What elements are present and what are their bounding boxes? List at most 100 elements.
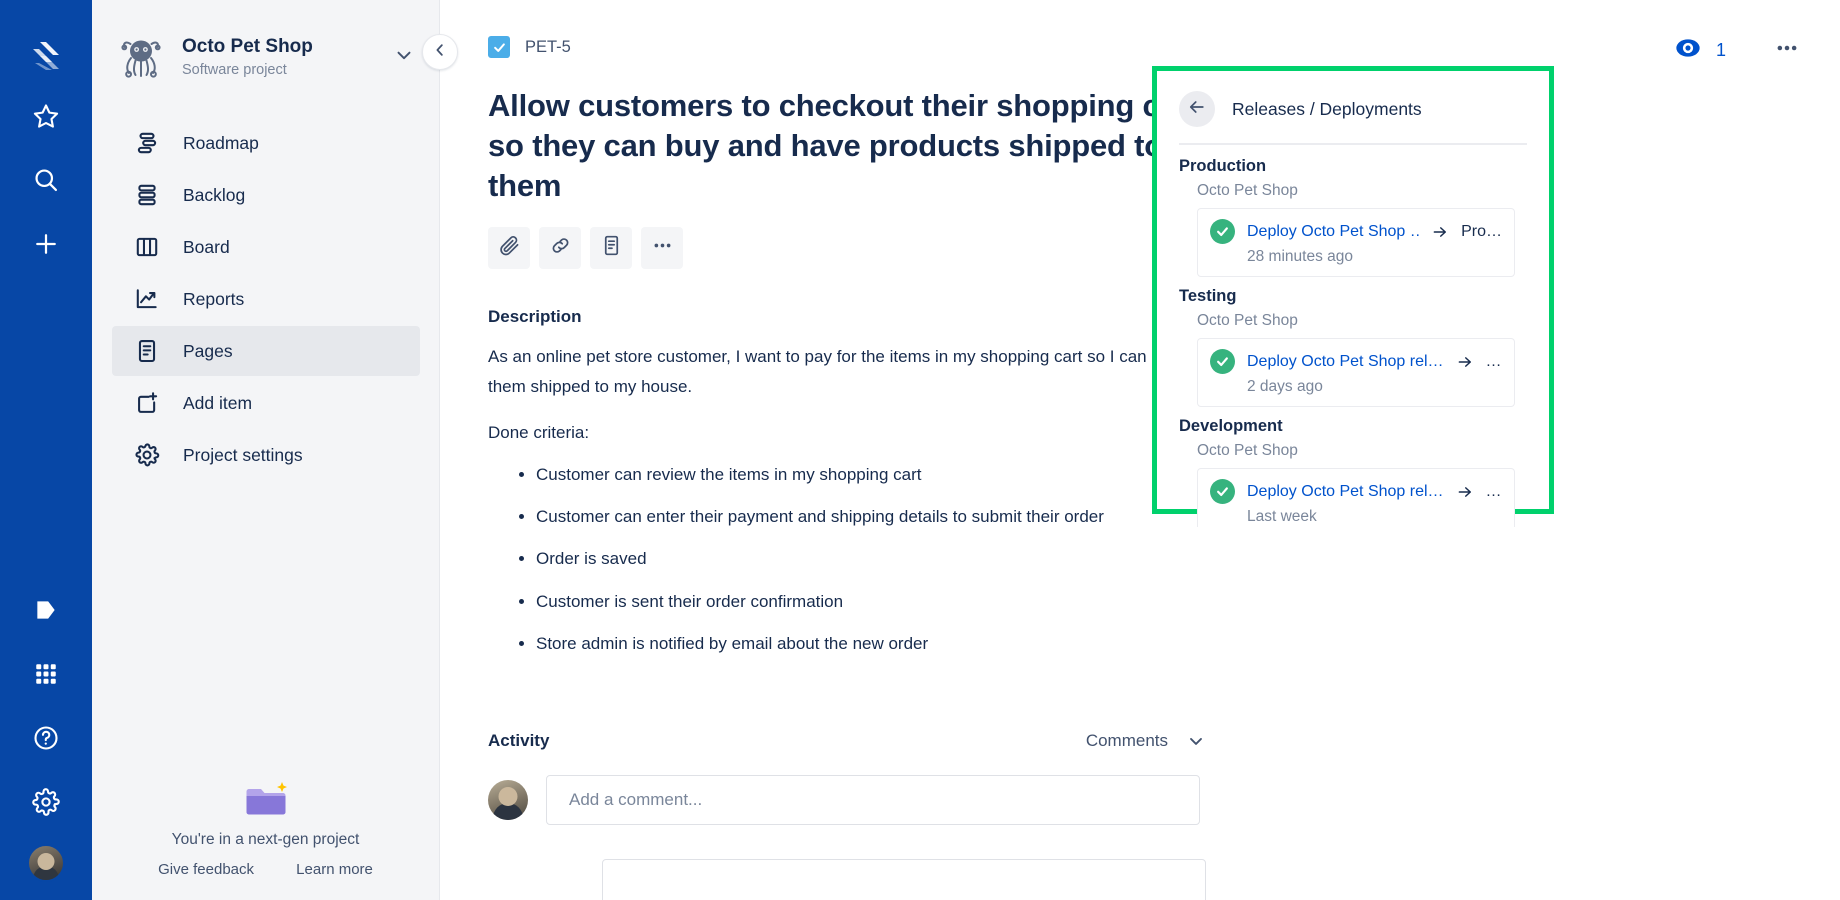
env-group-testing: Testing Octo Pet Shop Deploy Octo Pet Sh… <box>1179 287 1527 407</box>
check-circle-icon <box>1210 479 1235 504</box>
issue-key[interactable]: PET-5 <box>525 38 571 57</box>
activity-filter-label: Comments <box>1085 731 1168 751</box>
help-icon <box>32 724 60 757</box>
deployment-link[interactable]: Deploy Octo Pet Shop … <box>1247 223 1419 241</box>
list-item: Customer can review the items in my shop… <box>536 462 1200 488</box>
arrow-right-icon <box>1431 223 1449 241</box>
deployment-card[interactable]: Deploy Octo Pet Shop … Pro… 28 minutes a… <box>1197 208 1515 277</box>
sidebar-footer: You're in a next-gen project Give feedba… <box>92 779 439 878</box>
sidebar-item-label: Backlog <box>183 184 246 205</box>
next-gen-note: You're in a next-gen project <box>171 831 360 848</box>
project-header[interactable]: Octo Pet Shop Software project <box>92 0 439 84</box>
board-icon <box>132 232 162 262</box>
releases-panel-title: Releases / Deployments <box>1232 98 1422 119</box>
deployment-time: 2 days ago <box>1247 378 1323 395</box>
deployment-row: Deploy Octo Pet Shop rel… … <box>1210 349 1502 374</box>
watch-count: 1 <box>1715 40 1726 60</box>
attach-button[interactable] <box>488 226 530 269</box>
add-page-button[interactable] <box>590 226 632 269</box>
sidebar-item-backlog[interactable]: Backlog <box>112 170 420 220</box>
issue-action-toolbar <box>488 226 1200 269</box>
profile-avatar[interactable] <box>27 844 65 882</box>
back-button[interactable] <box>1179 91 1215 127</box>
issue-more-actions-button[interactable] <box>1774 35 1800 66</box>
more-icon <box>651 234 674 262</box>
deployment-link[interactable]: Deploy Octo Pet Shop rel… <box>1247 353 1444 371</box>
plans-button[interactable] <box>20 586 72 638</box>
deployment-target: … <box>1485 482 1502 500</box>
issue-detail-main: 1 PET-5 Allow customers to checkout thei… <box>422 0 1840 900</box>
deployment-link[interactable]: Deploy Octo Pet Shop rel… <box>1247 483 1444 501</box>
sidebar-item-roadmap[interactable]: Roadmap <box>112 118 420 168</box>
add-item-icon <box>132 388 162 418</box>
comment-input[interactable]: Add a comment... <box>546 775 1200 826</box>
env-name: Production <box>1179 157 1267 175</box>
activity-panel-partial <box>602 859 1206 900</box>
deployment-groups: Production Octo Pet Shop Deploy Octo Pet… <box>1179 157 1527 527</box>
learn-more-link[interactable]: Learn more <box>296 861 373 878</box>
child-page-icon <box>600 234 623 262</box>
create-button[interactable] <box>20 220 72 272</box>
deployment-target: … <box>1485 352 1502 370</box>
tag-icon <box>33 597 59 628</box>
backlog-icon <box>132 180 162 210</box>
attach-icon <box>498 234 521 262</box>
starred-button[interactable] <box>20 92 72 144</box>
star-icon <box>32 102 60 135</box>
list-item: Customer is sent their order confirmatio… <box>536 589 1200 615</box>
page-title: Allow customers to checkout their shoppi… <box>488 88 1199 203</box>
project-identity: Octo Pet Shop Software project <box>182 36 313 78</box>
apps-button[interactable] <box>20 650 72 702</box>
global-nav-rail <box>0 0 92 900</box>
activity-filter-dropdown[interactable]: Comments <box>1086 731 1206 751</box>
more-actions-button[interactable] <box>641 226 683 269</box>
give-feedback-link[interactable]: Give feedback <box>158 861 254 878</box>
apps-grid-icon <box>33 661 59 692</box>
deployment-time: Last week <box>1247 508 1317 525</box>
sidebar-item-board[interactable]: Board <box>112 222 420 272</box>
sidebar-item-label: Project settings <box>183 444 303 465</box>
chevron-down-icon <box>393 51 415 70</box>
footer-links: Give feedback Learn more <box>92 861 439 878</box>
env-project: Octo Pet Shop <box>1197 442 1298 459</box>
list-item: Store admin is notified by email about t… <box>536 631 1200 657</box>
collapse-sidebar-button[interactable] <box>422 34 458 70</box>
settings-button[interactable] <box>20 778 72 830</box>
releases-deployments-panel: Releases / Deployments Production Octo P… <box>1152 66 1554 527</box>
env-name: Testing <box>1179 287 1237 305</box>
sidebar-item-label: Reports <box>183 288 245 309</box>
add-comment-row: Add a comment... <box>488 775 1200 826</box>
plus-icon <box>32 230 60 263</box>
deployment-row: Deploy Octo Pet Shop … Pro… <box>1210 219 1502 244</box>
env-group-development: Development Octo Pet Shop Deploy Octo Pe… <box>1179 417 1527 527</box>
releases-panel-header: Releases / Deployments <box>1179 91 1527 143</box>
activity-title: Activity <box>488 731 550 751</box>
arrow-right-icon <box>1456 483 1474 501</box>
chevron-left-icon <box>431 41 449 64</box>
sidebar-item-pages[interactable]: Pages <box>112 326 420 376</box>
check-circle-icon <box>1210 349 1235 374</box>
eye-watch-icon <box>1674 34 1702 67</box>
sidebar-item-project-settings[interactable]: Project settings <box>112 430 420 480</box>
description-text: As an online pet store customer, I want … <box>488 346 1175 396</box>
sidebar-item-add-item[interactable]: Add item <box>112 378 420 428</box>
project-switcher-button[interactable] <box>393 44 417 71</box>
help-button[interactable] <box>20 714 72 766</box>
link-button[interactable] <box>539 226 581 269</box>
watch-button[interactable] <box>1674 34 1702 67</box>
project-name: Octo Pet Shop <box>182 36 313 58</box>
deployment-row: Deploy Octo Pet Shop rel… … <box>1210 479 1502 504</box>
sidebar-item-reports[interactable]: Reports <box>112 274 420 324</box>
task-checkbox-icon <box>488 36 510 58</box>
deployment-card[interactable]: Deploy Octo Pet Shop rel… … 2 days ago <box>1197 338 1515 407</box>
jira-logo-icon[interactable] <box>23 34 69 80</box>
jira-issue-page: Octo Pet Shop Software project Roadmap B… <box>0 0 1840 900</box>
search-button[interactable] <box>20 156 72 208</box>
link-icon <box>549 234 572 262</box>
releases-panel-inner: Releases / Deployments Production Octo P… <box>1157 71 1549 527</box>
folder-sparkle-icon <box>243 779 289 819</box>
issue-top-meta: 1 <box>1674 34 1800 67</box>
chevron-down-icon <box>1186 731 1206 751</box>
deployment-card[interactable]: Deploy Octo Pet Shop rel… … Last week <box>1197 468 1515 527</box>
env-project: Octo Pet Shop <box>1197 182 1298 199</box>
